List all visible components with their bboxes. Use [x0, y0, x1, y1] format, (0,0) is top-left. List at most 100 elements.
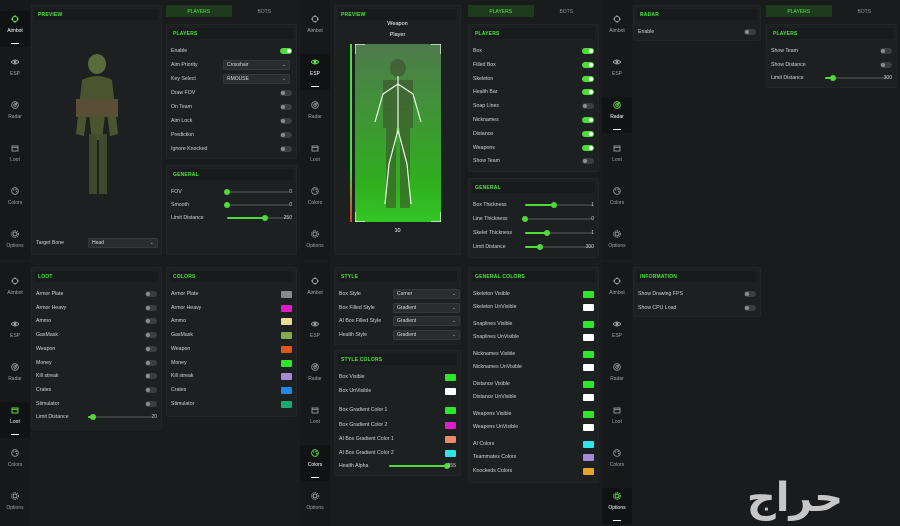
nav-colors[interactable]: Colors: [300, 445, 330, 481]
nav-esp[interactable]: ESP: [300, 316, 330, 352]
nav-radar[interactable]: Radar: [0, 359, 30, 395]
dropdown-select[interactable]: Gradient ⌄: [393, 330, 460, 341]
nav-esp[interactable]: ESP: [300, 54, 330, 90]
toggle-switch[interactable]: [145, 373, 157, 380]
nav-loot[interactable]: Loot: [0, 402, 30, 438]
slider-knob[interactable]: [90, 414, 97, 420]
color-swatch[interactable]: [583, 454, 594, 461]
color-swatch[interactable]: [583, 291, 594, 298]
color-swatch[interactable]: [281, 373, 292, 381]
tab-bots[interactable]: BOTS: [832, 5, 898, 17]
toggle-switch[interactable]: [582, 61, 594, 68]
color-swatch[interactable]: [281, 318, 292, 326]
dropdown-select[interactable]: Crosshair ⌄: [223, 60, 290, 70]
slider-track[interactable]: [88, 414, 152, 420]
nav-aimbot[interactable]: Aimbot: [602, 11, 632, 47]
dropdown-select[interactable]: Gradient ⌄: [393, 302, 460, 313]
nav-radar[interactable]: Radar: [300, 359, 330, 395]
nav-radar[interactable]: Radar: [300, 97, 330, 133]
toggle-switch[interactable]: [280, 104, 292, 110]
toggle-switch[interactable]: [145, 291, 157, 297]
color-swatch[interactable]: [445, 407, 456, 415]
nav-loot[interactable]: Loot: [602, 140, 632, 176]
toggle-switch[interactable]: [582, 117, 594, 123]
toggle-switch[interactable]: [145, 345, 157, 352]
toggle-switch[interactable]: [145, 304, 157, 311]
color-swatch[interactable]: [281, 304, 292, 312]
tab-players[interactable]: PLAYERS: [166, 5, 232, 17]
toggle-switch[interactable]: [582, 144, 594, 151]
color-swatch[interactable]: [583, 424, 594, 431]
color-swatch[interactable]: [445, 450, 456, 457]
color-swatch[interactable]: [583, 381, 594, 388]
toggle-switch[interactable]: [280, 132, 292, 138]
color-swatch[interactable]: [583, 468, 594, 475]
slider-knob[interactable]: [550, 202, 557, 208]
slider-knob[interactable]: [543, 230, 550, 236]
slider-track[interactable]: [525, 230, 593, 236]
nav-colors[interactable]: Colors: [602, 183, 632, 219]
nav-options[interactable]: Options: [0, 488, 30, 524]
toggle-switch[interactable]: [145, 386, 157, 393]
color-swatch[interactable]: [281, 386, 292, 394]
nav-aimbot[interactable]: Aimbot: [602, 273, 632, 309]
slider-knob[interactable]: [536, 244, 543, 250]
toggle-switch[interactable]: [145, 318, 157, 325]
color-swatch[interactable]: [583, 334, 594, 341]
nav-loot[interactable]: Loot: [0, 140, 30, 176]
color-swatch[interactable]: [583, 351, 594, 358]
nav-loot[interactable]: Loot: [602, 402, 632, 438]
color-swatch[interactable]: [583, 394, 594, 401]
nav-colors[interactable]: Colors: [0, 183, 30, 219]
tab-bots[interactable]: BOTS: [534, 5, 600, 17]
dropdown-select[interactable]: Gradient ⌄: [393, 316, 460, 327]
nav-radar[interactable]: Radar: [602, 97, 632, 133]
dropdown-select[interactable]: Corner ⌄: [393, 289, 460, 299]
toggle-switch[interactable]: [280, 48, 292, 54]
nav-esp[interactable]: ESP: [0, 316, 30, 352]
toggle-switch[interactable]: [582, 48, 594, 54]
nav-colors[interactable]: Colors: [602, 445, 632, 481]
slider-knob[interactable]: [522, 216, 528, 222]
nav-loot[interactable]: Loot: [300, 402, 330, 438]
slider-track[interactable]: [227, 215, 289, 221]
color-swatch[interactable]: [445, 435, 456, 443]
toggle-switch[interactable]: [145, 332, 157, 339]
color-swatch[interactable]: [445, 374, 456, 381]
color-swatch[interactable]: [281, 345, 292, 353]
toggle-switch[interactable]: [582, 75, 594, 82]
color-swatch[interactable]: [583, 304, 594, 311]
nav-options[interactable]: Options: [300, 488, 330, 524]
color-swatch[interactable]: [583, 411, 594, 418]
tab-players[interactable]: PLAYERS: [468, 5, 534, 17]
color-swatch[interactable]: [445, 421, 456, 429]
nav-esp[interactable]: ESP: [602, 316, 632, 352]
color-swatch[interactable]: [583, 364, 594, 371]
slider-track[interactable]: [224, 189, 289, 195]
nav-radar[interactable]: Radar: [0, 97, 30, 133]
nav-aimbot[interactable]: Aimbot: [300, 273, 330, 309]
dropdown-select[interactable]: RMOUSE ⌄: [223, 74, 290, 84]
toggle-switch[interactable]: [582, 89, 594, 96]
color-swatch[interactable]: [281, 332, 292, 340]
toggle-switch[interactable]: [280, 90, 292, 96]
color-swatch[interactable]: [583, 321, 594, 328]
color-swatch[interactable]: [281, 359, 292, 367]
toggle-switch[interactable]: [582, 158, 594, 165]
nav-aimbot[interactable]: Aimbot: [300, 11, 330, 47]
toggle-switch[interactable]: [582, 103, 594, 110]
nav-esp[interactable]: ESP: [0, 54, 30, 90]
slider-knob[interactable]: [262, 215, 269, 221]
nav-radar[interactable]: Radar: [602, 359, 632, 395]
color-swatch[interactable]: [281, 400, 292, 408]
nav-options[interactable]: Options: [0, 226, 30, 262]
slider-track[interactable]: [522, 216, 593, 222]
tab-players[interactable]: PLAYERS: [766, 5, 832, 17]
slider-track[interactable]: [825, 75, 889, 81]
toggle-switch[interactable]: [145, 359, 157, 366]
slider-knob[interactable]: [829, 75, 836, 81]
nav-aimbot[interactable]: Aimbot: [0, 273, 30, 309]
slider-track[interactable]: [224, 202, 289, 208]
toggle-switch[interactable]: [880, 61, 892, 68]
slider-knob[interactable]: [224, 189, 230, 195]
